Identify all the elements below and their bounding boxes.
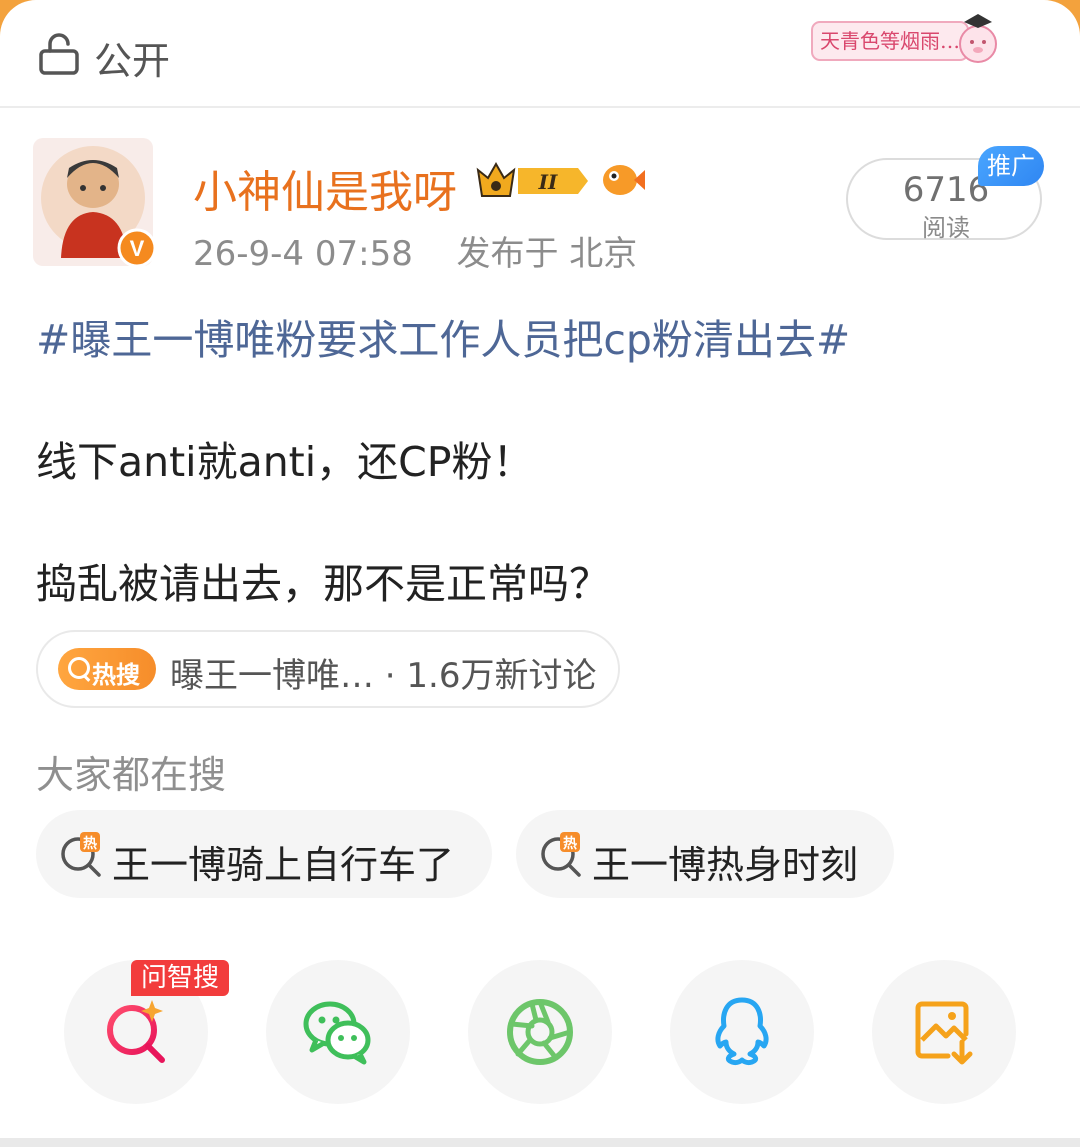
- wechat-icon: [303, 1001, 371, 1065]
- share-moments-button[interactable]: [468, 960, 612, 1104]
- related-searches-title: 大家都在搜: [36, 753, 227, 797]
- promo-tag[interactable]: 推广: [978, 146, 1044, 186]
- hot-search-text: 曝王一博唯… · 1.6万新讨论: [170, 656, 597, 696]
- post-text-line-1: 线下anti就anti，还CP粉！: [36, 438, 534, 486]
- smart-search-icon: [107, 1000, 165, 1063]
- hot-search-badge: 热搜: [58, 648, 156, 690]
- fish-icon: [603, 165, 645, 195]
- save-image-button[interactable]: [872, 960, 1016, 1104]
- share-wechat-button[interactable]: [266, 960, 410, 1104]
- hot-search-icon: 热: [541, 832, 581, 877]
- verified-badge: V: [130, 236, 145, 261]
- hashtag-link[interactable]: #曝王一博唯粉要求工作人员把cp粉清出去#: [36, 306, 850, 366]
- related-search-label: 王一博热身时刻: [592, 843, 859, 887]
- search-icon: [68, 657, 90, 679]
- post-text-line-2: 捣乱被请出去，那不是正常吗？: [36, 560, 610, 608]
- related-search-label: 王一博骑上自行车了: [112, 843, 455, 887]
- top-bar: 公开 天青色等烟雨…: [0, 0, 1080, 108]
- post-meta: 26-9-4 07:58 发布于 北京: [193, 226, 637, 275]
- svg-text:热: 热: [83, 835, 97, 852]
- decorative-sticker: 天青色等烟雨…: [811, 14, 997, 63]
- save-image-icon: [915, 1001, 973, 1065]
- qq-icon: [715, 997, 769, 1066]
- hot-search-icon: 热: [61, 832, 101, 877]
- visibility-label[interactable]: 公开: [94, 30, 170, 85]
- svg-text:热: 热: [563, 835, 577, 852]
- share-qq-button[interactable]: [670, 960, 814, 1104]
- bottom-divider: [0, 1138, 1080, 1147]
- post-detail-sheet: 公开 天青色等烟雨… V 小神仙是我呀 II 26-9-4 07:58 发布于 …: [0, 0, 1080, 1138]
- avatar[interactable]: V: [33, 138, 159, 270]
- author-name[interactable]: 小神仙是我呀: [193, 156, 457, 220]
- reads-label: 阅读: [922, 214, 970, 242]
- related-search-chip-2[interactable]: 热 王一博热身时刻: [516, 810, 894, 898]
- sticker-text: 天青色等烟雨…: [820, 29, 960, 53]
- post-timestamp: 26-9-4 07:58: [193, 234, 413, 274]
- level-badge-text: II: [538, 170, 558, 194]
- related-search-chip-1[interactable]: 热 王一博骑上自行车了: [36, 810, 492, 898]
- smart-search-tag: 问智搜: [131, 960, 229, 996]
- membership-level-badge[interactable]: II: [474, 158, 592, 204]
- hot-search-link[interactable]: 热搜 曝王一博唯… · 1.6万新讨论: [36, 630, 620, 708]
- moments-icon: [507, 999, 573, 1065]
- post-location: 发布于 北京: [456, 234, 638, 274]
- lock-icon[interactable]: [38, 32, 82, 76]
